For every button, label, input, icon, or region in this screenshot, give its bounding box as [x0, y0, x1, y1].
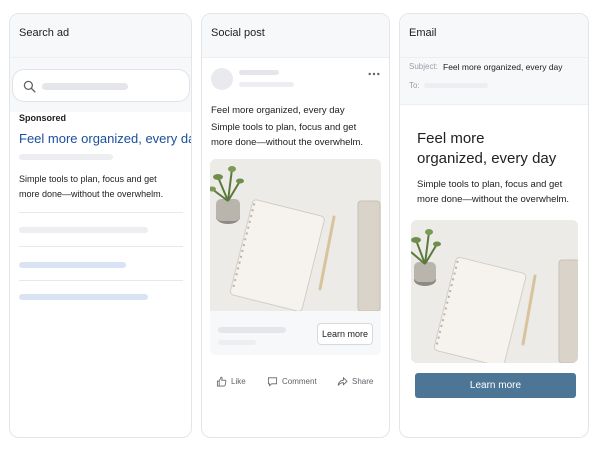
link-domain-placeholder — [218, 340, 256, 345]
sponsored-label: Sponsored — [19, 113, 67, 123]
comment-button[interactable]: Comment — [267, 376, 317, 387]
learn-more-button[interactable]: Learn more — [317, 323, 373, 345]
post-text-line-1: Simple tools to plan, focus and get — [211, 122, 357, 133]
email-body-line-1: Simple tools to plan, focus and get — [417, 179, 563, 190]
result-divider — [19, 212, 183, 213]
post-headline: Feel more organized, every day — [211, 105, 345, 116]
avatar — [211, 68, 233, 90]
thumbs-up-icon — [216, 376, 227, 387]
comment-label: Comment — [282, 377, 317, 386]
subject-value: Feel more organized, every day — [443, 62, 563, 72]
search-icon — [23, 80, 36, 93]
subject-label: Subject: — [409, 62, 438, 71]
share-label: Share — [352, 377, 374, 386]
account-meta-placeholder — [239, 82, 294, 87]
email-headline-line-2: organized, every day — [417, 150, 557, 167]
link-title-placeholder — [218, 327, 286, 333]
share-icon — [337, 376, 348, 386]
email-hero-image — [411, 220, 578, 363]
result-divider — [19, 280, 183, 281]
result-divider — [19, 246, 183, 247]
social-post-card: Social post Feel more organized, every d… — [201, 13, 390, 438]
comment-icon — [267, 377, 278, 387]
more-options-icon[interactable] — [368, 72, 380, 76]
like-label: Like — [231, 377, 246, 386]
account-name-placeholder — [239, 70, 279, 75]
email-headline-line-1: Feel more — [417, 130, 485, 147]
email-card: Email Subject: Feel more organized, ever… — [399, 13, 589, 438]
like-button[interactable]: Like — [216, 376, 246, 387]
share-button[interactable]: Share — [337, 376, 373, 387]
email-learn-more-button[interactable]: Learn more — [415, 373, 576, 398]
search-ad-card-title: Search ad — [10, 14, 191, 58]
to-label: To: — [409, 81, 420, 90]
search-ad-card: Search ad Sponsored Feel more organized,… — [9, 13, 192, 438]
result-link-placeholder — [19, 262, 126, 268]
email-card-title: Email — [400, 14, 588, 58]
recipient-placeholder — [424, 83, 488, 88]
result-link-placeholder — [19, 294, 148, 300]
post-text-line-2: more done—without the overwhelm. — [211, 137, 364, 148]
notebook-photo — [411, 220, 578, 363]
search-input[interactable] — [12, 69, 190, 102]
result-placeholder-line — [19, 227, 148, 233]
email-header-fields: Subject: Feel more organized, every day … — [400, 58, 588, 105]
ad-description-line-2: more done—without the overwhelm. — [19, 189, 164, 199]
search-bar-area — [10, 58, 191, 112]
email-body-line-2: more done—without the overwhelm. — [417, 194, 570, 205]
search-query-placeholder — [42, 83, 128, 90]
notebook-photo — [210, 159, 381, 311]
ad-description-line-1: Simple tools to plan, focus and get — [19, 174, 157, 184]
ad-url-placeholder — [19, 154, 113, 160]
ad-headline-link[interactable]: Feel more organized, every day — [19, 131, 191, 146]
social-post-card-title: Social post — [202, 14, 389, 58]
